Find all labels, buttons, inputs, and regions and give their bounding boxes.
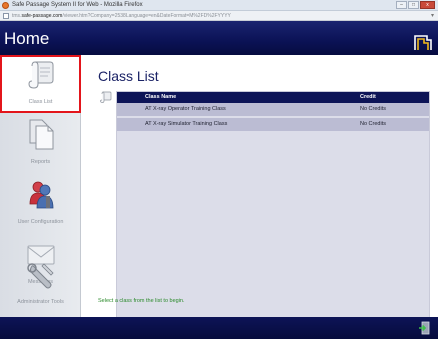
firefox-icon	[2, 2, 9, 9]
table-header: Class Name Credit	[117, 92, 429, 103]
app-header: Home	[0, 21, 438, 55]
sidebar-item-label: Reports	[30, 159, 51, 165]
window-title: Safe Passage System II for Web - Mozilla…	[12, 2, 143, 8]
close-window-button[interactable]: x	[420, 1, 435, 9]
sidebar-item-label: User Configuration	[17, 219, 64, 225]
table-row[interactable]: AT X-ray Operator Training Class No Cred…	[117, 103, 429, 117]
scroll-icon	[28, 61, 54, 89]
company-logo-icon	[414, 35, 432, 50]
window-controls: – □ x	[395, 1, 435, 9]
sidebar-item-user-configuration[interactable]: User Configuration	[0, 175, 81, 233]
wrench-icon	[27, 263, 54, 289]
url-domain: safe-passage.com	[21, 13, 63, 19]
credit-cell: No Credits	[360, 106, 386, 112]
instruction-text: Select a class from the list to begin.	[98, 298, 185, 304]
sidebar-item-label: Administrator Tools	[17, 299, 64, 305]
class-name-cell: AT X-ray Operator Training Class	[145, 106, 226, 112]
exit-door-icon[interactable]	[418, 321, 430, 335]
site-identity-icon[interactable]	[3, 13, 9, 19]
url-text[interactable]: tms.safe-passage.com/viewer.htm?Company=…	[12, 12, 231, 20]
url-path: /viewer.htm?Company=2538Language=en&Date…	[62, 13, 231, 19]
page-title: Class List	[98, 68, 159, 84]
table-row[interactable]: AT X-ray Simulator Training Class No Cre…	[117, 118, 429, 132]
credit-cell: No Credits	[360, 121, 386, 127]
sidebar-item-reports[interactable]: Reports	[0, 115, 81, 173]
minimize-button[interactable]: –	[396, 1, 407, 9]
column-header-credit[interactable]: Credit	[360, 92, 376, 103]
browser-title-bar: Safe Passage System II for Web - Mozilla…	[0, 0, 438, 11]
sidebar-item-class-list[interactable]: Class List	[0, 55, 81, 113]
sidebar-item-label: Class List	[28, 99, 53, 105]
users-icon	[29, 181, 54, 209]
app-footer	[0, 317, 438, 339]
maximize-button[interactable]: □	[408, 1, 419, 9]
main-content: Class List Class Name Credit AT X-ray Op…	[82, 55, 438, 329]
scroll-icon	[100, 91, 112, 103]
class-name-cell: AT X-ray Simulator Training Class	[145, 121, 228, 127]
page-header-title: Home	[4, 29, 50, 48]
dropdown-arrow-icon[interactable]: ▾	[431, 13, 434, 19]
column-header-class-name[interactable]: Class Name	[145, 92, 176, 103]
address-bar[interactable]: tms.safe-passage.com/viewer.htm?Company=…	[0, 11, 438, 21]
class-table: Class Name Credit AT X-ray Operator Trai…	[116, 91, 430, 329]
sidebar: Class List Reports User Configuration Me…	[0, 55, 81, 317]
documents-icon	[29, 119, 54, 150]
sidebar-item-administrator-tools[interactable]: Administrator Tools	[0, 255, 81, 313]
